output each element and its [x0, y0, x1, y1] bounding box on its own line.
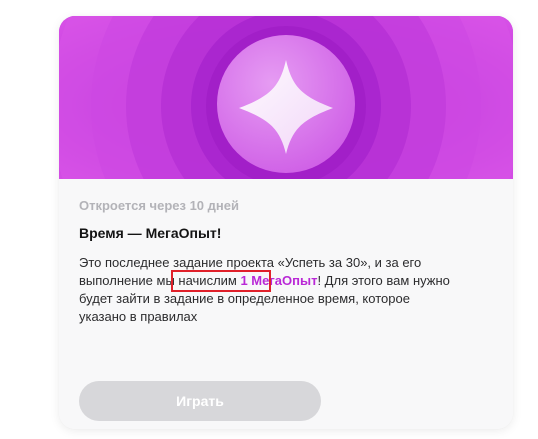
- task-description: Это последнее задание проекта «Успеть за…: [79, 254, 499, 326]
- description-line-3: будет зайти в задание в определенное вре…: [79, 291, 410, 306]
- description-line-1: Это последнее задание проекта «Успеть за…: [79, 255, 422, 270]
- card-content: Откроется через 10 дней Время — МегаОпыт…: [59, 179, 513, 429]
- task-title: Время — МегаОпыт!: [79, 225, 222, 241]
- task-card[interactable]: Откроется через 10 дней Время — МегаОпыт…: [59, 16, 513, 429]
- page: Откроется через 10 дней Время — МегаОпыт…: [0, 0, 538, 439]
- description-line-2-end: ! Для этого вам нужно: [317, 273, 450, 288]
- play-button[interactable]: Играть: [79, 381, 321, 421]
- opens-in-label: Откроется через 10 дней: [79, 198, 239, 213]
- description-line-2: выполнение мы начислим 1 МегаОпыт! Для э…: [79, 272, 499, 290]
- card-hero-banner: [59, 16, 513, 179]
- hero-illustration: [59, 16, 513, 179]
- description-line-4: указано в правилах: [79, 309, 198, 324]
- description-line-2-start: выполнение мы начислим: [79, 273, 241, 288]
- reward-amount: 1 МегаОпыт: [240, 273, 318, 288]
